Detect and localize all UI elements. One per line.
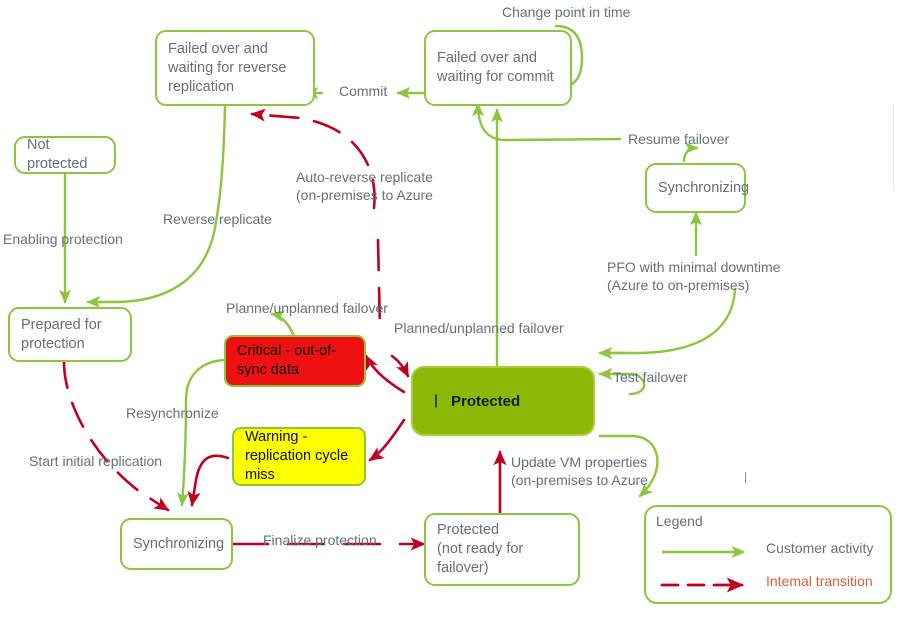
state-failed-over-reverse-replication[interactable]: Failed over and waiting for reverse repl… xyxy=(155,30,315,106)
edge-label-finalize-protection: Finalize protection xyxy=(263,532,377,548)
state-warning-replication-cycle-miss[interactable]: Warning - replication cycle miss xyxy=(232,427,366,486)
edge-label-planned-unplanned-failover: Planned/unplanned failover xyxy=(394,320,564,336)
state-protected-not-ready[interactable]: Protected (not ready for failover) xyxy=(424,513,580,586)
edge-label-update-vm-properties: Update VM properties (on-premises to Azu… xyxy=(511,454,648,488)
edge-critical-in-stub xyxy=(390,354,410,378)
state-synchronizing-top[interactable]: Synchronizing xyxy=(645,163,749,213)
edge-resume-failover xyxy=(471,102,622,142)
edge-label-reverse-replicate: Reverse replicate xyxy=(163,211,272,227)
legend-panel: Legend Customer activity Intemal transit… xyxy=(644,505,892,604)
edge-label-test-failover: Test failover xyxy=(613,369,688,385)
edge-label-planne-unplanned-failover: Planne/unplanned failover xyxy=(226,300,388,316)
state-protected-label: Protected xyxy=(451,392,521,410)
legend-title: Legend xyxy=(656,513,703,529)
edge-start-initial-replication xyxy=(62,360,170,512)
legend-dashed-arrow-icon xyxy=(660,577,744,593)
legend-label-internal-transition: Intemal transition xyxy=(766,573,873,589)
state-synchronizing-bottom[interactable]: Synchronizing xyxy=(120,518,233,570)
state-critical-out-of-sync[interactable]: Critical - out-of- sync data xyxy=(224,335,366,387)
right-margin-rule xyxy=(893,104,894,190)
edge-label-change-point-in-time: Change point in time xyxy=(502,4,631,20)
legend-solid-arrow-icon xyxy=(662,545,746,559)
edge-label-enabling-protection: Enabling protection xyxy=(3,231,123,247)
edge-label-resume-failover: Resume failover xyxy=(628,131,730,147)
state-prepared-for-protection[interactable]: Prepared for protection xyxy=(8,307,132,362)
edge-synchronizing-top-hook xyxy=(682,141,699,163)
edge-reverse-replicate xyxy=(86,103,227,309)
edge-resynchronize xyxy=(176,358,229,507)
state-diagram-canvas: Failed over and waiting for reverse repl… xyxy=(0,0,900,618)
edge-protected-to-critical xyxy=(364,354,406,394)
state-protected[interactable]: Protected xyxy=(411,366,595,436)
edge-label-commit: Commit xyxy=(339,83,388,99)
state-failed-over-commit[interactable]: Failed over and waiting for commit xyxy=(424,30,572,106)
edge-label-start-initial-replication: Start initial replication xyxy=(29,453,163,469)
text-cursor-artifact xyxy=(745,472,746,483)
edge-protected-to-warning xyxy=(368,418,406,462)
edge-label-pfo-minimal-downtime: PFO with minimal downtime (Azure to on-p… xyxy=(607,259,781,293)
edge-warning-to-synchronizing xyxy=(187,454,230,507)
edge-label-auto-reverse-replicate: Auto-reverse replicate (on-premises to A… xyxy=(296,169,433,203)
state-not-protected[interactable]: Not protected xyxy=(14,136,116,174)
edge-pfo-return-to-protected xyxy=(598,287,737,360)
legend-label-customer-activity: Customer activity xyxy=(766,540,874,556)
edge-label-resynchronize: Resynchronize xyxy=(126,405,219,421)
text-caret-icon xyxy=(435,394,437,408)
